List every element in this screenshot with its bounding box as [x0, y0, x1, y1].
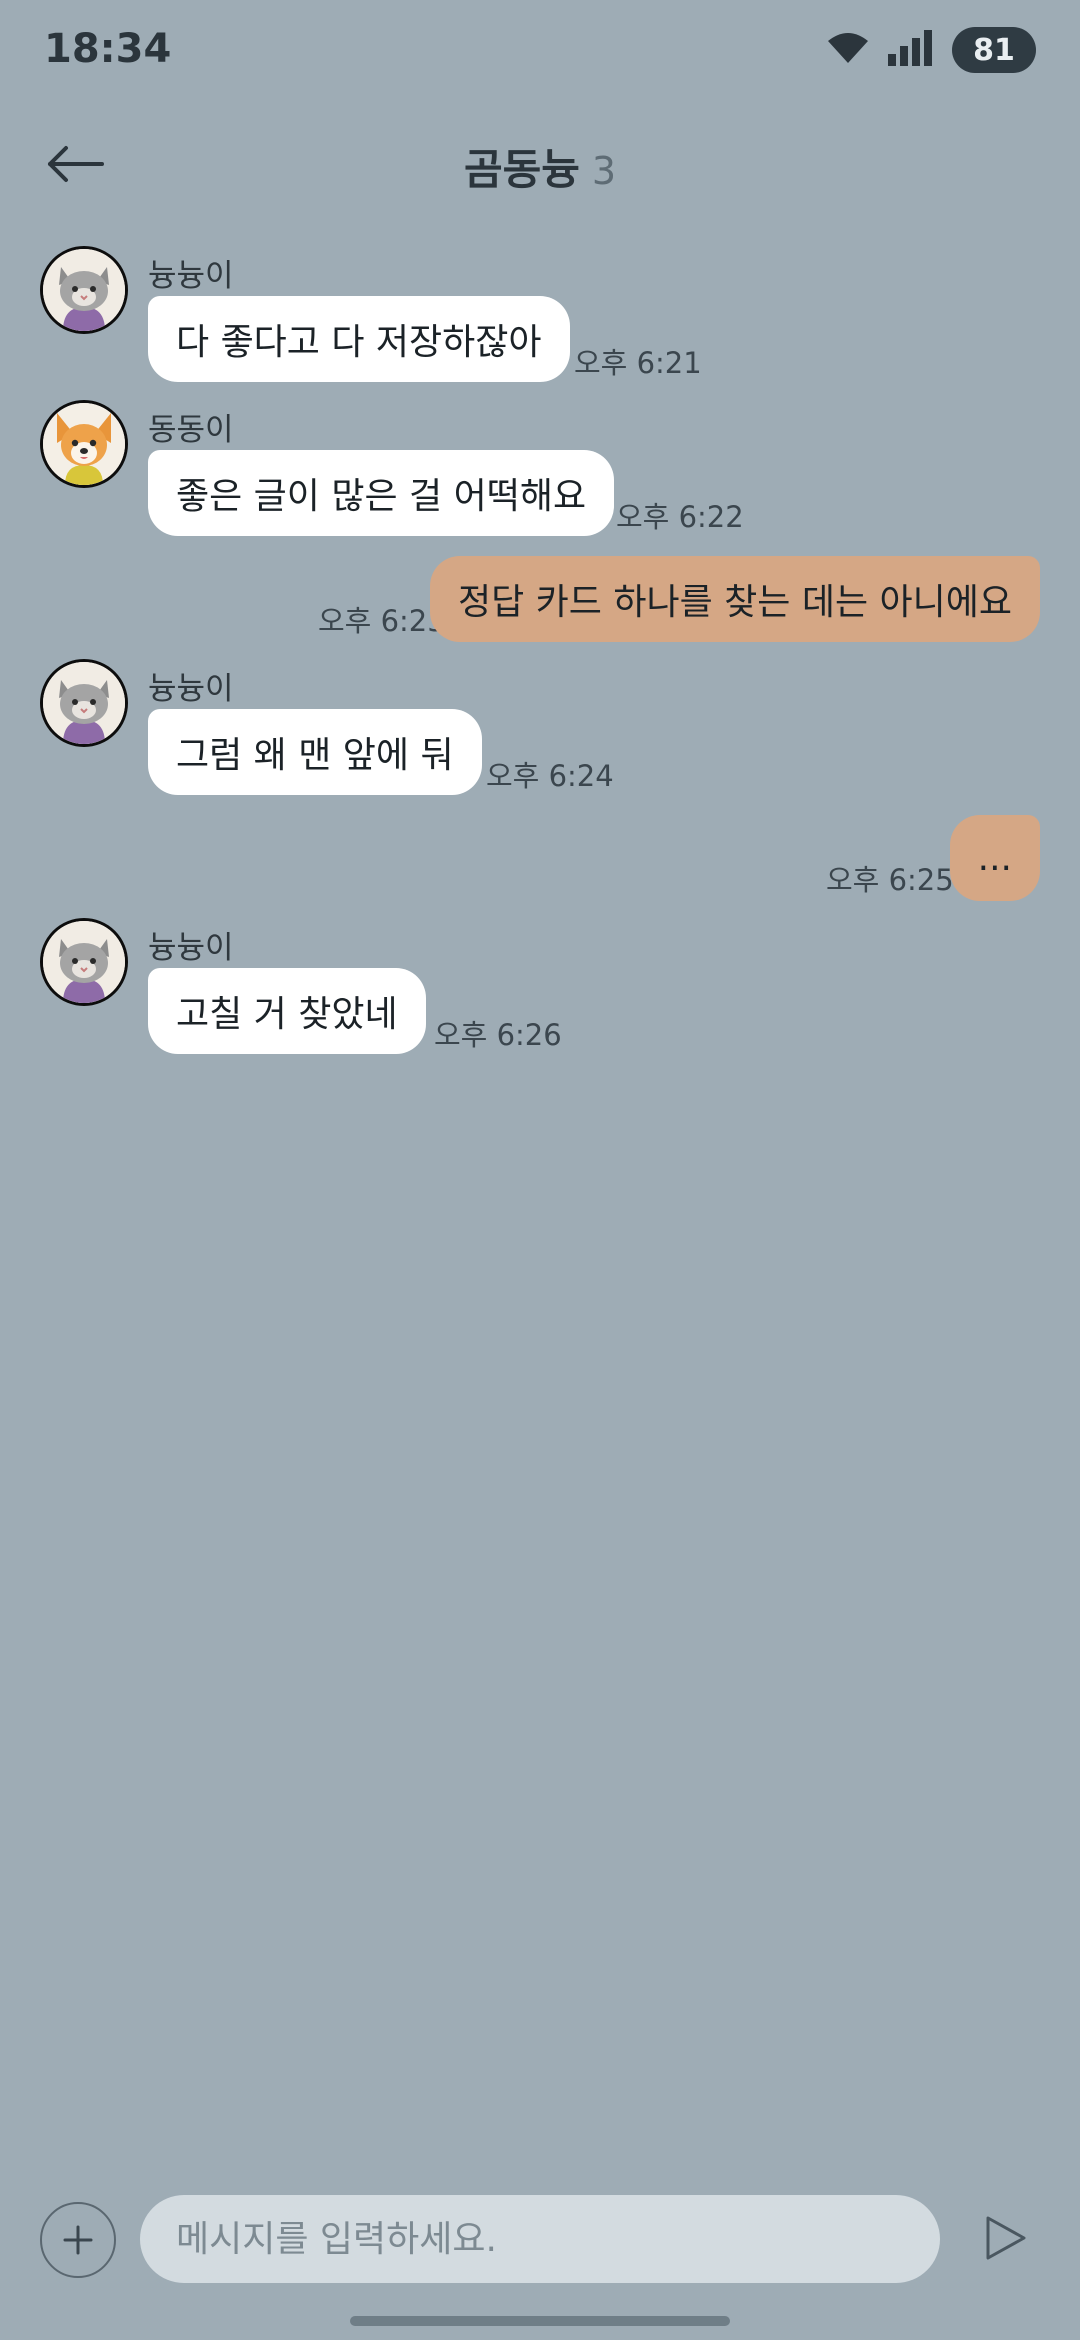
message-bubble[interactable]: 고칠 거 찾았네 — [148, 968, 426, 1054]
battery-level: 81 — [973, 32, 1015, 68]
message-time: 오후 6:21 — [574, 346, 702, 380]
chat-title-group: 곰동늉 3 — [0, 136, 1080, 197]
chat-header: 곰동늉 3 — [0, 120, 1080, 208]
avatar[interactable] — [40, 918, 128, 1006]
chat-title: 곰동늉 — [463, 145, 580, 194]
cat-avatar-icon — [43, 921, 125, 1003]
avatar[interactable] — [40, 400, 128, 488]
message-bubble-outgoing[interactable]: 정답 카드 하나를 찾는 데는 아니에요 — [429, 556, 1040, 642]
message-input[interactable] — [140, 2195, 940, 2283]
sender-name: 늉늉이 — [148, 258, 234, 294]
message-time: 오후 6:22 — [616, 500, 744, 534]
plus-button[interactable] — [40, 2202, 116, 2278]
message-bubble[interactable]: 좋은 글이 많은 걸 어떡해요 — [148, 450, 615, 536]
dog-avatar-icon — [43, 403, 125, 485]
message-time: 오후 6:24 — [486, 759, 614, 793]
home-indicator[interactable] — [350, 2316, 730, 2326]
wifi-icon — [826, 31, 870, 69]
status-time: 18:34 — [44, 26, 172, 72]
send-button[interactable] — [976, 2208, 1036, 2268]
message-time: 오후 6:25 — [826, 863, 954, 897]
status-icons: 81 — [826, 26, 1036, 74]
sender-name: 늉늉이 — [148, 930, 234, 966]
message-bubble-outgoing[interactable]: ... — [949, 815, 1040, 901]
message-time: 오후 6:26 — [434, 1018, 562, 1052]
cat-avatar-icon — [43, 662, 125, 744]
sender-name: 늉늉이 — [148, 671, 234, 707]
message-bubble[interactable]: 다 좋다고 다 저장하잖아 — [148, 296, 570, 382]
status-bar: 18:34 81 — [0, 0, 1080, 100]
battery-icon: 81 — [952, 27, 1036, 73]
sender-name: 동동이 — [148, 412, 234, 448]
message-bubble[interactable]: 그럼 왜 맨 앞에 둬 — [148, 709, 482, 795]
message-input-bar — [0, 2190, 1080, 2290]
avatar[interactable] — [40, 246, 128, 334]
avatar[interactable] — [40, 659, 128, 747]
member-count: 3 — [591, 149, 617, 193]
send-icon — [986, 2216, 1026, 2260]
cat-avatar-icon — [43, 249, 125, 331]
message-time: 오후 6:23 — [318, 604, 446, 638]
signal-icon — [888, 30, 934, 70]
plus-icon — [63, 2225, 93, 2255]
